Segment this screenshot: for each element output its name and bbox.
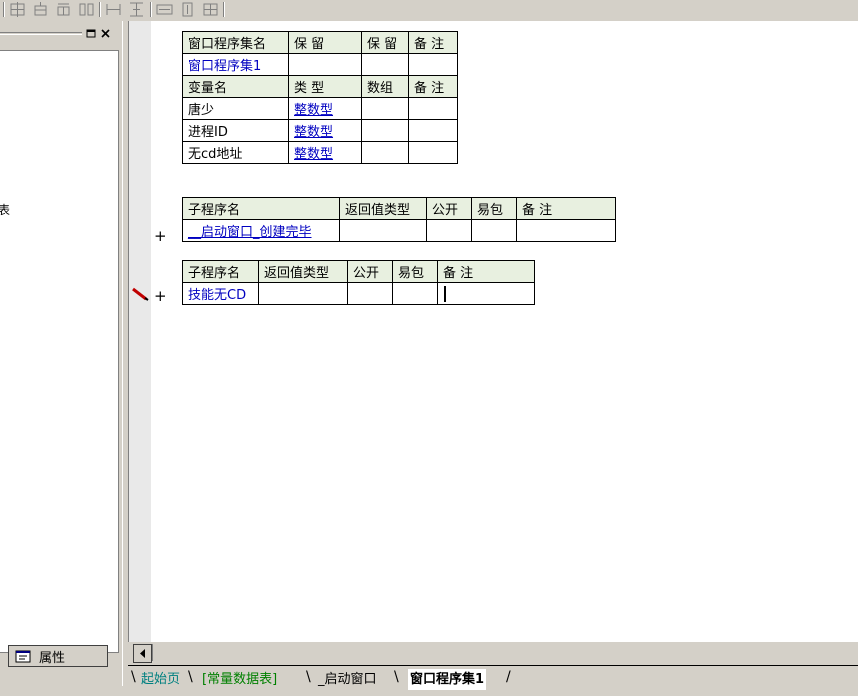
header-cell: 数组 [361, 75, 409, 98]
table-cell[interactable] [392, 282, 438, 305]
header-cell: 窗口程序集名 [182, 31, 289, 54]
table-cell[interactable] [347, 282, 393, 305]
tab-divider: \ [306, 669, 311, 685]
table-cell[interactable] [361, 141, 409, 164]
pencil-icon [132, 287, 149, 301]
expand-marker[interactable]: + [154, 287, 167, 305]
table-row: 进程ID 整数型 [182, 119, 458, 142]
panel-title-bar [0, 26, 122, 42]
header-cell: 易包 [471, 197, 517, 220]
header-cell: 返回值类型 [339, 197, 427, 220]
table-cell[interactable] [361, 97, 409, 120]
toolbar-separator [99, 2, 101, 17]
code-editor[interactable]: 窗口程序集名 保 留 保 留 备 注 窗口程序集1 变量名 类 型 数组 备 注… [128, 21, 858, 642]
tab-divider: \ [188, 669, 193, 685]
layout-toolbar [0, 0, 858, 21]
header-cell: 保 留 [288, 31, 362, 54]
align-top-icon[interactable] [31, 1, 50, 18]
table-cell[interactable] [339, 219, 427, 242]
properties-tab-label: 属性 [39, 651, 66, 666]
subroutine-table: 子程序名 返回值类型 公开 易包 备 注 技能无CD [182, 260, 535, 305]
header-cell: 保 留 [361, 31, 409, 54]
header-cell: 子程序名 [182, 197, 340, 220]
expand-marker[interactable]: + [154, 227, 167, 245]
tab-window-set[interactable]: 窗口程序集1 [408, 669, 487, 690]
toolbar-separator [150, 2, 152, 17]
table-cell[interactable] [408, 119, 458, 142]
variable-name[interactable]: 唐少 [182, 97, 289, 120]
variable-type[interactable]: 整数型 [288, 119, 362, 142]
header-cell: 备 注 [408, 31, 458, 54]
horizontal-spacing-icon[interactable] [104, 1, 123, 18]
tab-constants[interactable]: [常量数据表] [202, 669, 277, 690]
toolbar-separator [223, 2, 225, 17]
table-cell[interactable] [258, 282, 348, 305]
table-cell[interactable] [408, 141, 458, 164]
table-cell[interactable] [408, 97, 458, 120]
table-row: 无cd地址 整数型 [182, 141, 458, 164]
table-cell[interactable] [516, 219, 616, 242]
header-cell: 易包 [392, 260, 438, 283]
table-cell[interactable] [408, 53, 458, 76]
table-row: 唐少 整数型 [182, 97, 458, 120]
variable-name[interactable]: 进程ID [182, 119, 289, 142]
tab-divider: \ [394, 669, 399, 685]
variable-name[interactable]: 无cd地址 [182, 141, 289, 164]
table-cell[interactable] [288, 53, 362, 76]
variable-type[interactable]: 整数型 [288, 141, 362, 164]
header-cell: 公开 [426, 197, 472, 220]
scroll-left-button[interactable] [133, 644, 152, 663]
horizontal-scrollbar[interactable] [128, 642, 858, 663]
scroll-track[interactable] [152, 644, 175, 661]
window-set-table: 窗口程序集名 保 留 保 留 备 注 窗口程序集1 变量名 类 型 数组 备 注… [182, 31, 458, 164]
header-cell: 备 注 [437, 260, 535, 283]
vertical-spacing-icon[interactable] [127, 1, 146, 18]
properties-icon [15, 649, 31, 663]
variable-type[interactable]: 整数型 [288, 97, 362, 120]
tab-start-page[interactable]: 起始页 [141, 669, 180, 690]
header-cell: 子程序名 [182, 260, 259, 283]
header-cell: 变量名 [182, 75, 289, 98]
header-cell: 公开 [347, 260, 393, 283]
editor-gutter [129, 21, 151, 642]
pin-icon[interactable] [86, 28, 97, 39]
tab-divider: / [506, 669, 511, 685]
tab-startup-window[interactable]: _启动窗口 [318, 669, 377, 690]
text-cursor [444, 286, 446, 302]
same-size-icon[interactable] [201, 1, 220, 18]
close-icon[interactable] [100, 28, 111, 39]
header-cell: 类 型 [288, 75, 362, 98]
panel-content: 表 [0, 50, 119, 653]
header-cell: 备 注 [516, 197, 616, 220]
subroutine-name[interactable]: __启动窗口_创建完毕 [182, 219, 340, 242]
toolbar-separator [3, 2, 5, 17]
subroutine-name[interactable]: 技能无CD [182, 282, 259, 305]
tab-divider: \ [131, 669, 136, 685]
align-spread-icon[interactable] [77, 1, 96, 18]
table-cell[interactable] [361, 53, 409, 76]
document-tabs: \ 起始页 \ [常量数据表] \ _启动窗口 \ 窗口程序集1 / [128, 665, 858, 696]
subroutine-table: 子程序名 返回值类型 公开 易包 备 注 __启动窗口_创建完毕 [182, 197, 616, 242]
header-cell: 返回值类型 [258, 260, 348, 283]
panel-fragment-text: 表 [0, 203, 11, 217]
table-cell[interactable] [361, 119, 409, 142]
remark-cell-editing[interactable] [437, 282, 535, 305]
same-height-icon[interactable] [178, 1, 197, 18]
properties-tab[interactable]: 属性 [8, 645, 108, 667]
left-panel: 表 属性 [0, 22, 122, 667]
table-cell[interactable] [426, 219, 472, 242]
header-cell: 备 注 [408, 75, 458, 98]
same-width-icon[interactable] [155, 1, 174, 18]
align-middle-icon[interactable] [54, 1, 73, 18]
align-grid-icon[interactable] [8, 1, 27, 18]
window-set-name[interactable]: 窗口程序集1 [182, 53, 289, 76]
table-cell[interactable] [471, 219, 517, 242]
